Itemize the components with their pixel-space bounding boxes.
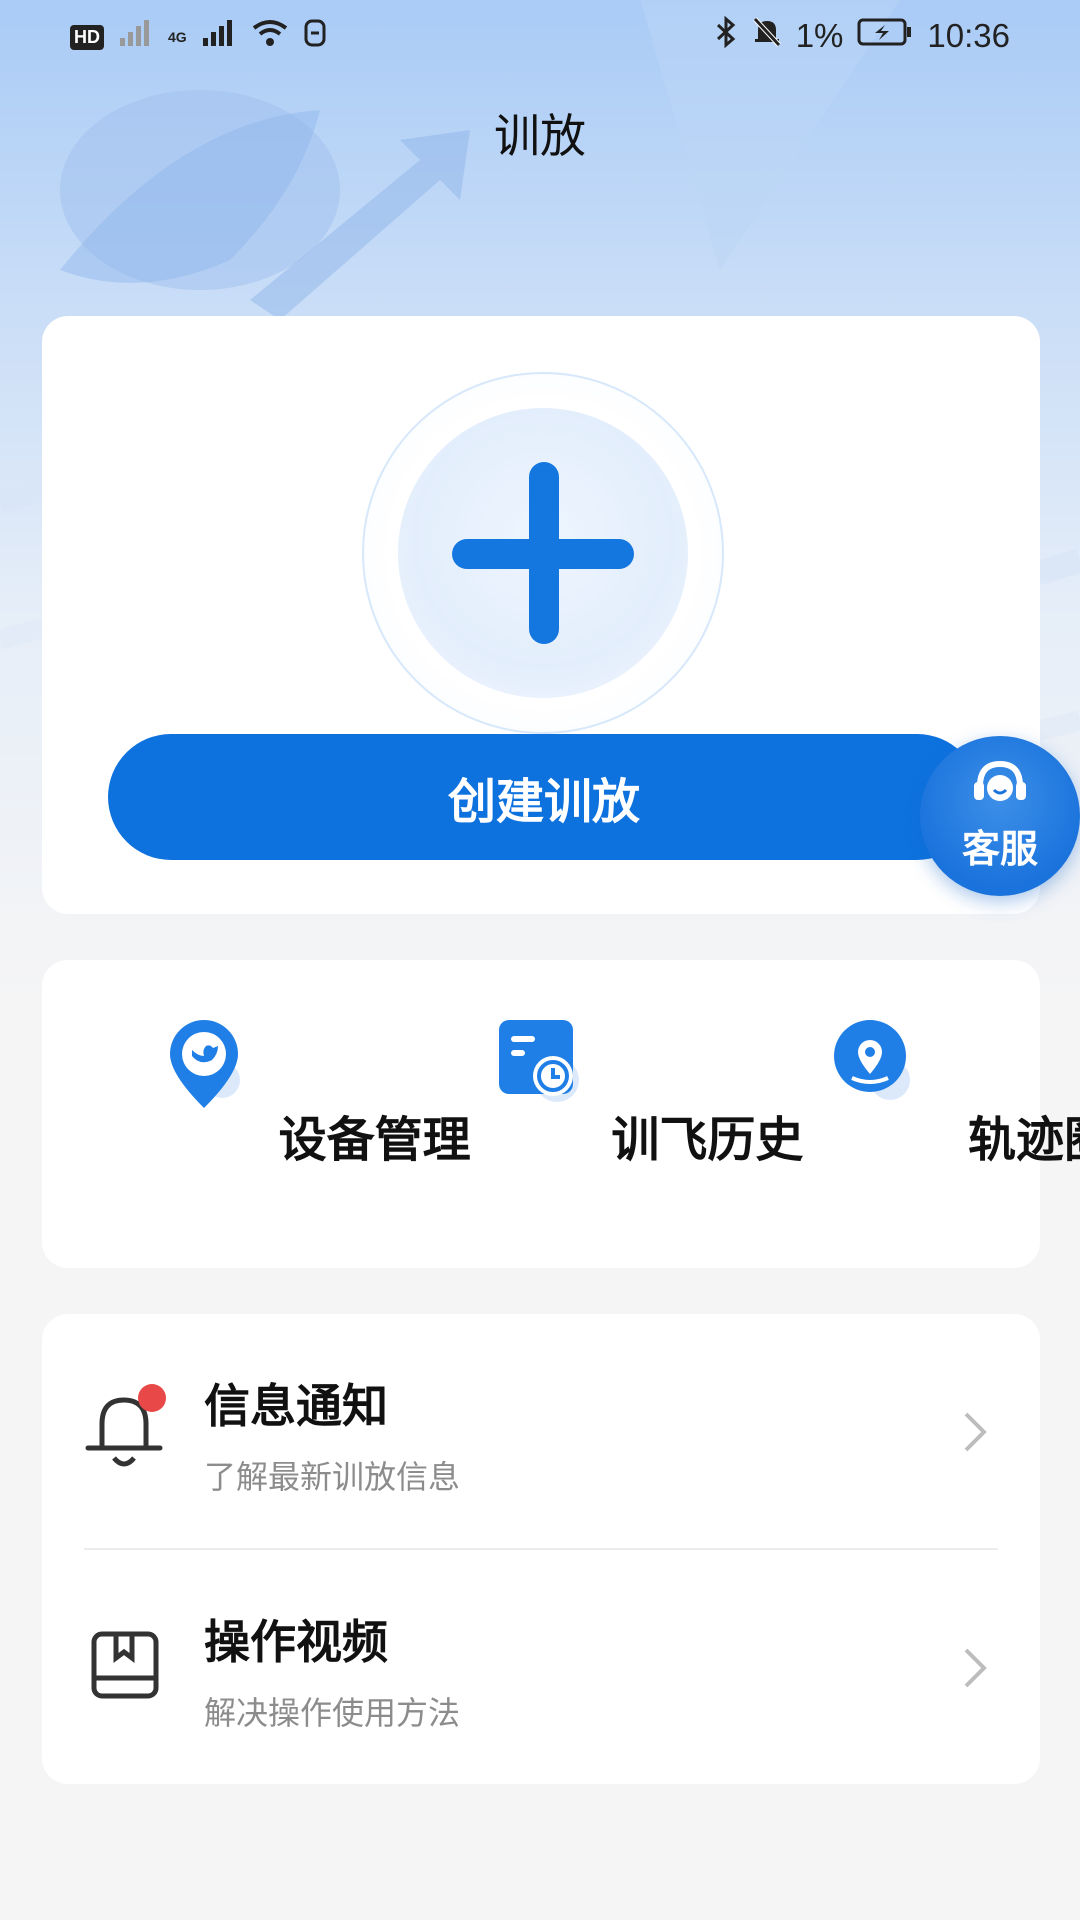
chevron-right-icon: [960, 1408, 990, 1460]
notification-badge: [138, 1384, 166, 1412]
list-item-title: 信息通知: [204, 1379, 388, 1433]
training-history-button[interactable]: 训飞历史: [375, 960, 803, 1268]
book-icon: [84, 1622, 164, 1714]
battery-charging-icon: [857, 17, 913, 55]
signal-icon: [118, 18, 154, 56]
list-item-title: 操作视频: [204, 1615, 388, 1669]
battery-percent: 1%: [795, 17, 844, 54]
bell-muted-icon: [752, 16, 782, 56]
bluetooth-icon: [714, 15, 738, 56]
create-card: 创建训放: [42, 316, 1040, 914]
list-item-tutorial-videos[interactable]: 操作视频 解决操作使用方法: [42, 1550, 1040, 1784]
headset-icon: [970, 754, 1030, 818]
list-item-subtitle: 解决操作使用方法: [204, 1694, 461, 1732]
status-bar: HD 4G 1% 10:36: [0, 0, 1080, 76]
list-item-notifications[interactable]: 信息通知 了解最新训放信息: [42, 1314, 1040, 1548]
customer-service-label: 客服: [961, 827, 1038, 871]
plus-icon: [398, 408, 688, 698]
signal-4g-icon: 4G: [168, 29, 187, 45]
track-circle-label: 轨迹圈: [968, 1112, 1080, 1168]
signal-strength-icon: [201, 18, 237, 56]
menu-list-card: 信息通知 了解最新训放信息 操作视频 解决操作使用方法: [42, 1314, 1040, 1784]
status-time: 10:36: [927, 17, 1010, 54]
track-circle-button[interactable]: 轨迹圈: [707, 960, 1080, 1268]
sim-icon: [303, 18, 327, 56]
chevron-right-icon: [960, 1644, 990, 1696]
create-training-button[interactable]: 创建训放: [108, 734, 980, 860]
device-management-button[interactable]: 设备管理: [42, 960, 471, 1268]
customer-service-button[interactable]: 客服: [920, 736, 1080, 896]
wifi-icon: [251, 18, 289, 56]
quick-actions-card: 设备管理 训飞历史 轨迹圈: [42, 960, 1080, 1268]
page-title: 训放: [494, 109, 586, 163]
list-item-subtitle: 了解最新训放信息: [204, 1458, 461, 1496]
create-plus-button[interactable]: [362, 372, 724, 734]
hd-icon: HD: [70, 24, 104, 50]
